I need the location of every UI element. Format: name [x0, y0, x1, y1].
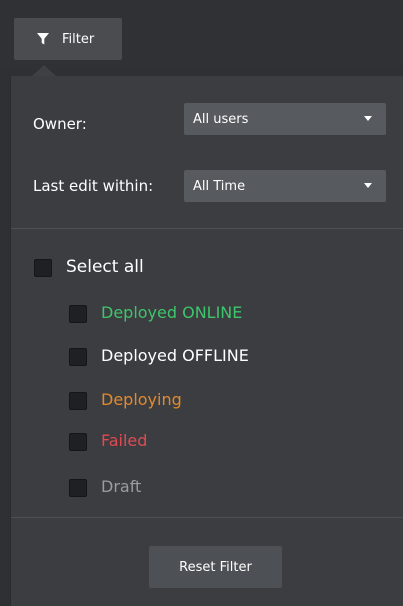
last-edit-label: Last edit within: — [33, 177, 154, 195]
reset-filter-button[interactable]: Reset Filter — [149, 546, 282, 588]
status-checkbox-deployed-online[interactable] — [69, 305, 87, 323]
status-checkbox-deployed-offline[interactable] — [69, 348, 87, 366]
owner-label: Owner: — [33, 115, 87, 133]
status-checkbox-deploying[interactable] — [69, 392, 87, 410]
dropdown-arrow-icon — [364, 183, 372, 188]
last-edit-select[interactable]: All Time — [184, 170, 386, 202]
select-all-checkbox[interactable] — [34, 259, 52, 277]
status-checkbox-draft[interactable] — [69, 479, 87, 497]
filter-panel: Owner: All users Last edit within: All T… — [10, 76, 403, 606]
divider — [11, 228, 403, 229]
filter-button[interactable]: Filter — [14, 18, 122, 60]
status-label-deployed-online: Deployed ONLINE — [101, 303, 243, 322]
dropdown-arrow-icon — [364, 116, 372, 121]
divider — [11, 517, 403, 518]
owner-select[interactable]: All users — [184, 103, 386, 135]
top-toolbar: Filter — [0, 0, 403, 70]
filter-button-label: Filter — [62, 31, 95, 47]
status-label-failed: Failed — [101, 431, 148, 450]
status-checkbox-failed[interactable] — [69, 433, 87, 451]
status-label-deploying: Deploying — [101, 390, 182, 409]
funnel-icon — [37, 33, 49, 45]
status-label-deployed-offline: Deployed OFFLINE — [101, 346, 249, 365]
owner-select-value: All users — [193, 111, 249, 127]
select-all-label: Select all — [66, 257, 144, 277]
status-label-draft: Draft — [101, 477, 142, 496]
last-edit-select-value: All Time — [193, 178, 246, 194]
